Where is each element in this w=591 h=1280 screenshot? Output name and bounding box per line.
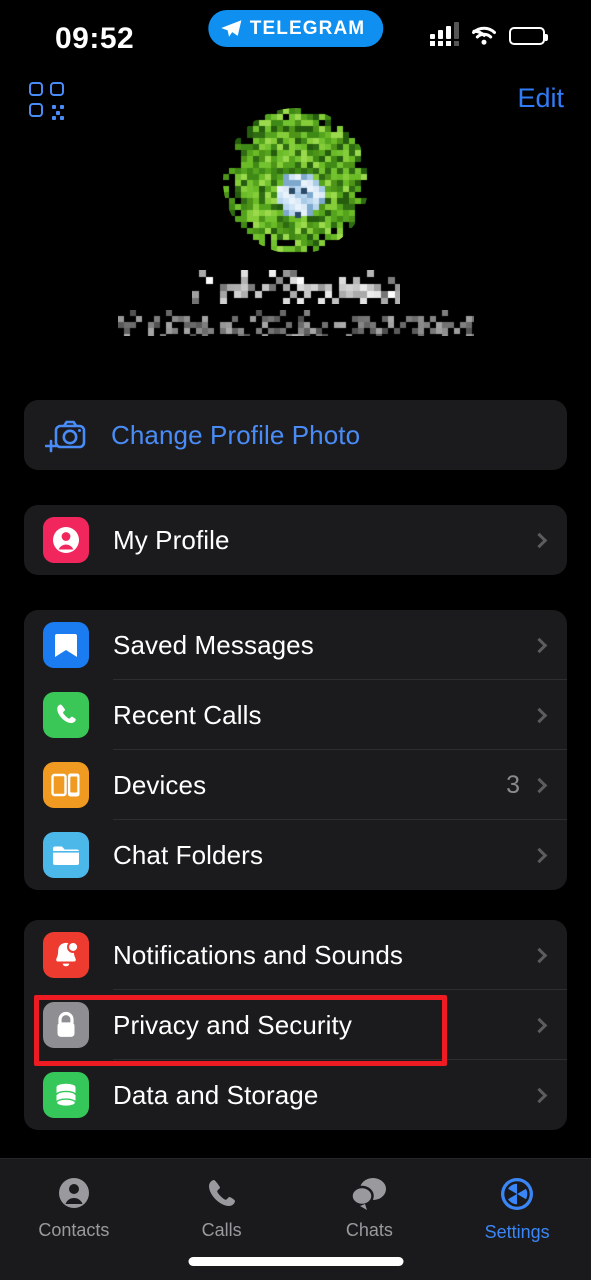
row-label: Saved Messages <box>113 630 314 661</box>
database-icon <box>43 1072 89 1118</box>
row-saved-messages[interactable]: Saved Messages <box>24 610 567 680</box>
phone-icon <box>43 692 89 738</box>
row-label: Recent Calls <box>113 700 262 731</box>
chevron-right-icon <box>532 637 548 653</box>
row-accessory <box>534 850 567 861</box>
chevron-right-icon <box>532 707 548 723</box>
contacts-icon <box>54 1173 94 1213</box>
row-label: Data and Storage <box>113 1080 318 1111</box>
tab-label-calls: Calls <box>202 1220 242 1241</box>
dynamic-island-telegram-pill[interactable]: TELEGRAM <box>208 10 383 47</box>
row-accessory <box>534 640 567 651</box>
settings-card-settings-section: Notifications and Sounds Privacy and Secu… <box>24 920 567 1130</box>
chats-icon <box>348 1173 390 1213</box>
row-devices[interactable]: Devices 3 <box>24 750 567 820</box>
settings-card-general-section: Saved Messages Recent Calls Devices 3 Chat F… <box>24 610 567 890</box>
profile-header <box>0 108 591 336</box>
row-notifications-and-sounds[interactable]: Notifications and Sounds <box>24 920 567 990</box>
tab-label-contacts: Contacts <box>38 1220 109 1241</box>
row-label: Devices <box>113 770 206 801</box>
row-accessory <box>534 710 567 721</box>
chevron-right-icon <box>532 847 548 863</box>
chevron-right-icon <box>532 947 548 963</box>
home-indicator <box>188 1257 403 1266</box>
row-accessory <box>534 1090 567 1101</box>
row-accessory <box>534 950 567 961</box>
pixelated-avatar[interactable] <box>223 108 369 254</box>
profile-name-redacted <box>192 270 400 304</box>
row-chat-folders[interactable]: Chat Folders <box>24 820 567 890</box>
battery-low-icon <box>509 27 545 45</box>
row-accessory: 3 <box>506 771 567 800</box>
tab-chats[interactable]: Chats <box>296 1173 444 1241</box>
row-accessory <box>534 1020 567 1031</box>
tab-calls[interactable]: Calls <box>148 1173 296 1241</box>
telegram-settings-screen: 09:52 TELEGRAM Edit Change Profile Photo… <box>0 0 591 1280</box>
chevron-right-icon <box>532 1017 548 1033</box>
tab-label-chats: Chats <box>346 1220 393 1241</box>
row-data-and-storage[interactable]: Data and Storage <box>24 1060 567 1130</box>
tab-contacts[interactable]: Contacts <box>0 1173 148 1241</box>
tab-label-settings: Settings <box>485 1222 550 1243</box>
row-privacy-and-security[interactable]: Privacy and Security <box>24 990 567 1060</box>
lock-icon <box>43 1002 89 1048</box>
status-indicators <box>430 26 545 46</box>
folder-icon <box>43 832 89 878</box>
camera-plus-icon <box>43 412 89 458</box>
row-recent-calls[interactable]: Recent Calls <box>24 680 567 750</box>
profile-subtitle-redacted <box>118 310 474 336</box>
person-circle-icon <box>43 517 89 563</box>
chevron-right-icon <box>532 532 548 548</box>
row-label: Chat Folders <box>113 840 263 871</box>
telegram-plane-icon <box>220 19 242 38</box>
cellular-signal-icon <box>430 26 459 46</box>
row-accessory <box>534 535 567 546</box>
row-label: Privacy and Security <box>113 1010 352 1041</box>
calls-icon <box>202 1173 242 1213</box>
settings-gear-icon <box>496 1173 538 1215</box>
chevron-right-icon <box>532 1087 548 1103</box>
bookmark-icon <box>43 622 89 668</box>
change-profile-photo-label: Change Profile Photo <box>111 420 360 451</box>
tab-settings[interactable]: Settings <box>443 1173 591 1243</box>
row-value: 3 <box>506 771 520 800</box>
row-label: My Profile <box>113 525 230 556</box>
change-profile-photo-card: Change Profile Photo <box>24 400 567 470</box>
chevron-right-icon <box>532 777 548 793</box>
avatar-canvas <box>223 108 369 254</box>
status-bar: 09:52 TELEGRAM <box>0 0 591 68</box>
row-label: Notifications and Sounds <box>113 940 403 971</box>
row-my-profile[interactable]: My Profile <box>24 505 567 575</box>
devices-icon <box>43 762 89 808</box>
change-profile-photo-row[interactable]: Change Profile Photo <box>24 400 567 470</box>
dynamic-island-label: TELEGRAM <box>250 18 365 40</box>
settings-card-profile-section: My Profile <box>24 505 567 575</box>
status-time: 09:52 <box>55 22 134 56</box>
wifi-icon <box>471 26 497 46</box>
bell-icon <box>43 932 89 978</box>
